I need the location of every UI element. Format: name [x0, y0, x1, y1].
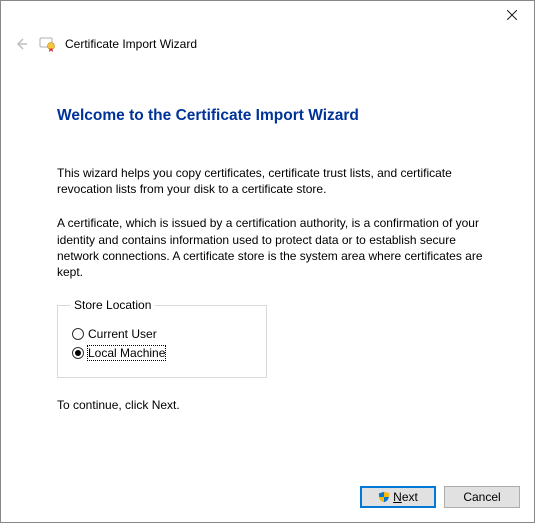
- footer: Next Cancel: [1, 476, 534, 522]
- radio-icon: [72, 347, 84, 359]
- continue-text: To continue, click Next.: [57, 398, 490, 412]
- next-button-label: Next: [393, 490, 418, 504]
- arrow-left-icon: [12, 35, 30, 53]
- intro-paragraph-1: This wizard helps you copy certificates,…: [57, 165, 490, 197]
- page-heading: Welcome to the Certificate Import Wizard: [57, 107, 490, 125]
- radio-label-local-machine: Local Machine: [88, 346, 165, 360]
- next-button[interactable]: Next: [360, 486, 436, 508]
- header-row: Certificate Import Wizard: [1, 31, 534, 57]
- back-button: [11, 34, 31, 54]
- shield-icon: [378, 491, 390, 503]
- header-title: Certificate Import Wizard: [65, 37, 197, 51]
- cancel-button-label: Cancel: [463, 490, 500, 504]
- titlebar: [1, 1, 534, 31]
- radio-label-current-user: Current User: [88, 327, 157, 341]
- cancel-button[interactable]: Cancel: [444, 486, 520, 508]
- radio-local-machine[interactable]: Local Machine: [72, 346, 252, 360]
- close-icon: [507, 10, 517, 20]
- radio-current-user[interactable]: Current User: [72, 327, 252, 341]
- wizard-body: Welcome to the Certificate Import Wizard…: [1, 57, 534, 476]
- certificate-icon: [39, 35, 57, 53]
- close-button[interactable]: [489, 1, 534, 29]
- radio-icon: [72, 328, 84, 340]
- intro-paragraph-2: A certificate, which is issued by a cert…: [57, 215, 490, 280]
- store-location-legend: Store Location: [70, 298, 155, 312]
- store-location-group: Store Location Current User Local Machin…: [57, 298, 267, 378]
- wizard-window: Certificate Import Wizard Welcome to the…: [0, 0, 535, 523]
